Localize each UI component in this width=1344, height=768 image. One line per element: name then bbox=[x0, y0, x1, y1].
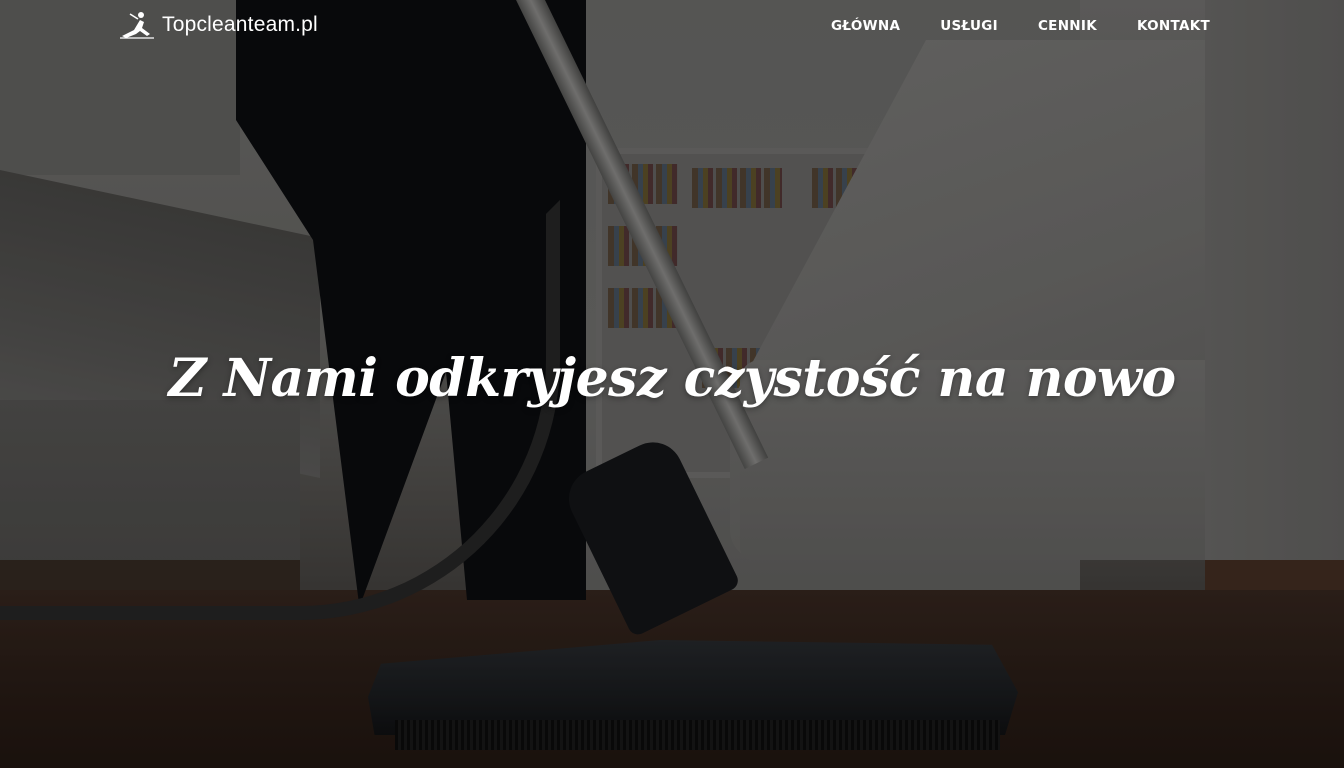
main-menu: GŁÓWNA USŁUGI CENNIK KONTAKT bbox=[831, 18, 1210, 34]
brand-name: Topcleanteam.pl bbox=[162, 13, 318, 36]
nav-item-uslugi[interactable]: USŁUGI bbox=[940, 18, 998, 34]
hero-headline: Z Nami odkryjesz czystość na nowo bbox=[168, 348, 1176, 409]
cleaner-figure-icon bbox=[120, 12, 154, 39]
nav-item-glowna[interactable]: GŁÓWNA bbox=[831, 18, 900, 34]
nav-item-cennik[interactable]: CENNIK bbox=[1038, 18, 1097, 34]
nav-item-kontakt[interactable]: KONTAKT bbox=[1137, 18, 1210, 34]
top-navigation: Topcleanteam.pl GŁÓWNA USŁUGI CENNIK KON… bbox=[0, 0, 1344, 56]
brand-logo-link[interactable]: Topcleanteam.pl bbox=[120, 10, 318, 40]
hero-section: Topcleanteam.pl GŁÓWNA USŁUGI CENNIK KON… bbox=[0, 0, 1344, 768]
